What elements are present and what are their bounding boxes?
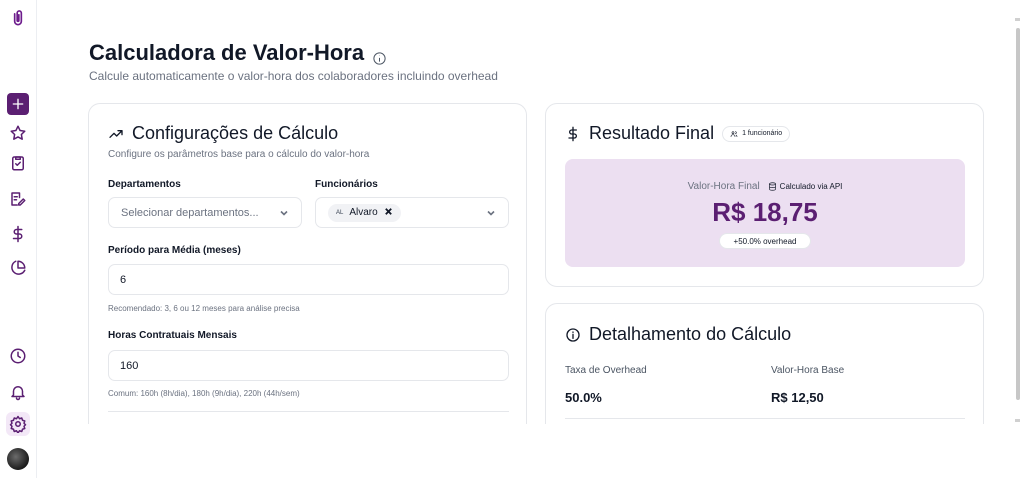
departments-label: Departamentos	[108, 179, 181, 190]
result-label: Valor-Hora Final	[687, 181, 760, 192]
detail-title-text: Detalhamento do Cálculo	[589, 324, 792, 344]
chevron-down-icon	[279, 208, 289, 218]
config-title-text: Configurações de Cálculo	[132, 123, 339, 143]
clipboard-check-icon[interactable]	[6, 151, 30, 175]
close-icon[interactable]	[384, 207, 393, 219]
overhead-rate-value: 50.0%	[565, 390, 602, 405]
employee-chip-initials: AL	[336, 209, 344, 216]
page-title-text: Calculadora de Valor-Hora	[89, 40, 365, 65]
base-rate-value: R$ 12,50	[771, 390, 824, 405]
api-indicator: Calculado via API	[768, 182, 843, 191]
employees-select[interactable]: AL Alvaro	[315, 197, 509, 228]
avatar[interactable]	[7, 448, 29, 470]
employee-count-text: 1 funcionário	[742, 130, 783, 137]
scroll-down-arrow[interactable]	[1015, 419, 1020, 422]
scrollbar-thumb[interactable]	[1016, 28, 1020, 400]
dollar-icon	[568, 126, 577, 141]
gear-icon[interactable]	[6, 412, 30, 436]
scrollbar[interactable]	[1010, 0, 1024, 430]
plus-icon[interactable]	[7, 93, 29, 115]
sidebar	[0, 0, 37, 478]
star-icon[interactable]	[6, 121, 30, 145]
period-hint: Recomendado: 3, 6 ou 12 meses para análi…	[108, 304, 300, 313]
chevron-down-icon	[486, 208, 496, 218]
hours-value: 160	[120, 359, 139, 372]
hours-hint: Comum: 160h (8h/dia), 180h (9h/dia), 220…	[108, 389, 300, 398]
page-subtitle: Calcule automaticamente o valor-hora dos…	[89, 69, 498, 83]
hours-input[interactable]: 160	[108, 350, 509, 381]
period-value: 6	[120, 273, 127, 286]
page-bottom-area	[37, 424, 1010, 478]
hours-label: Horas Contratuais Mensais	[108, 330, 237, 341]
employees-label: Funcionários	[315, 179, 378, 190]
period-label: Período para Média (meses)	[108, 245, 241, 256]
overhead-rate-label: Taxa de Overhead	[565, 365, 647, 376]
employee-chip: AL Alvaro	[328, 203, 401, 222]
detail-card: Detalhamento do Cálculo Taxa de Overhead…	[545, 303, 984, 443]
result-label-row: Valor-Hora Final Calculado via API	[565, 181, 965, 192]
result-card: Resultado Final 1 funcionário Valor-Hora…	[545, 103, 984, 287]
departments-placeholder: Selecionar departamentos...	[121, 206, 259, 219]
departments-select[interactable]: Selecionar departamentos...	[108, 197, 302, 228]
info-icon[interactable]	[372, 46, 387, 65]
paperclip-icon[interactable]	[6, 6, 30, 30]
info-icon	[566, 327, 580, 342]
result-title-text: Resultado Final	[589, 123, 715, 143]
hourly-rate-value: R$ 18,75	[712, 197, 818, 227]
divider	[565, 418, 965, 419]
overhead-badge: +50.0% overhead	[719, 233, 811, 249]
database-icon	[768, 182, 776, 191]
page-title: Calculadora de Valor-Hora	[89, 40, 387, 66]
api-label: Calculado via API	[779, 182, 843, 191]
scroll-up-arrow[interactable]	[1015, 18, 1020, 21]
period-input[interactable]: 6	[108, 264, 509, 295]
config-card-title: Configurações de Cálculo	[108, 123, 338, 144]
divider	[108, 411, 509, 412]
base-rate-label: Valor-Hora Base	[771, 365, 845, 376]
pie-chart-icon[interactable]	[6, 256, 30, 280]
config-card-description: Configure os parâmetros base para o cálc…	[108, 149, 370, 160]
config-card: Configurações de Cálculo Configure os pa…	[88, 103, 527, 443]
result-card-title: Resultado Final 1 funcionário	[565, 123, 791, 144]
employee-chip-name: Alvaro	[349, 207, 378, 218]
users-icon	[730, 130, 738, 137]
result-box: Valor-Hora Final Calculado via API R$ 18…	[565, 159, 965, 267]
trending-up-icon	[109, 129, 123, 138]
edit-note-icon[interactable]	[6, 187, 30, 211]
employee-count-badge: 1 funcionário	[722, 125, 791, 142]
dollar-icon[interactable]	[6, 222, 30, 246]
clock-icon[interactable]	[6, 344, 30, 368]
bell-icon[interactable]	[6, 380, 30, 404]
detail-card-title: Detalhamento do Cálculo	[565, 324, 791, 345]
